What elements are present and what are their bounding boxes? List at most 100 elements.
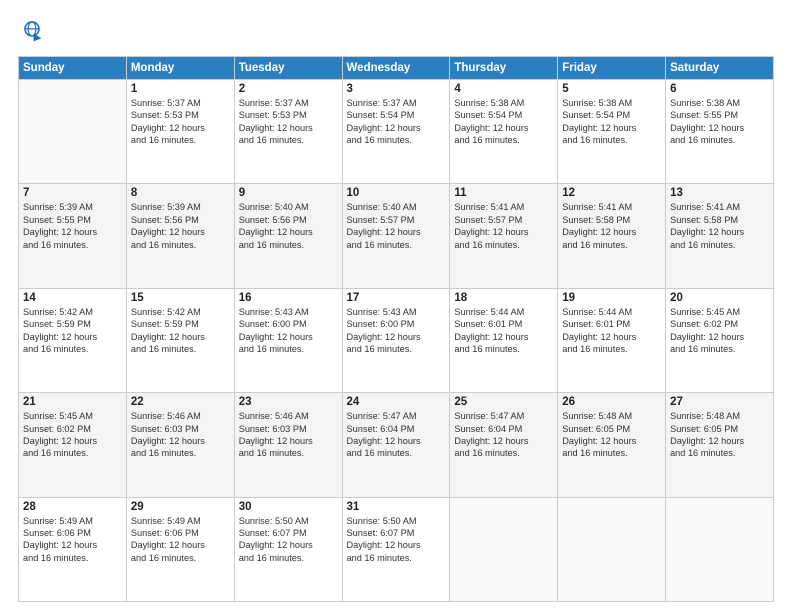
calendar-header-tuesday: Tuesday (234, 57, 342, 80)
page: SundayMondayTuesdayWednesdayThursdayFrid… (0, 0, 792, 612)
calendar-day-cell: 20Sunrise: 5:45 AM Sunset: 6:02 PM Dayli… (666, 288, 774, 392)
calendar-day-cell: 23 Sunrise: 5:46 AM Sunset: 6:03 PM Dayli… (234, 393, 342, 497)
day-number: 28 (23, 501, 122, 513)
calendar-day-cell (558, 497, 666, 601)
day-number: 18 (454, 292, 553, 304)
calendar-header-friday: Friday (558, 57, 666, 80)
calendar-day-cell: 10 Sunrise: 5:40 AM Sunset: 5:57 PM Dayli… (342, 184, 450, 288)
calendar-day-cell: 30 Sunrise: 5:50 AM Sunset: 6:07 PM Dayli… (234, 497, 342, 601)
calendar-day-cell: 25Sunrise: 5:47 AM Sunset: 6:04 PM Dayli… (450, 393, 558, 497)
day-number: 31 (347, 501, 446, 513)
calendar-day-cell: 6 Sunrise: 5:38 AM Sunset: 5:55 PM Daylig… (666, 80, 774, 184)
day-number: 21 (23, 396, 122, 408)
header (18, 18, 774, 46)
day-number: 27 (670, 396, 769, 408)
calendar-week-row: 21 Sunrise: 5:45 AM Sunset: 6:02 PM Dayli… (19, 393, 774, 497)
day-number: 9 (239, 187, 338, 199)
day-info: Sunrise: 5:42 AM Sunset: 5:59 PM Dayligh… (23, 306, 122, 356)
calendar-day-cell (666, 497, 774, 601)
day-info: Sunrise: 5:50 AM Sunset: 6:07 PM Dayligh… (239, 515, 338, 565)
calendar-header-sunday: Sunday (19, 57, 127, 80)
calendar-day-cell: 13 Sunrise: 5:41 AM Sunset: 5:58 PM Dayli… (666, 184, 774, 288)
calendar-day-cell: 2Sunrise: 5:37 AM Sunset: 5:53 PM Daylig… (234, 80, 342, 184)
day-number: 12 (562, 187, 661, 199)
day-info: Sunrise: 5:37 AM Sunset: 5:53 PM Dayligh… (131, 97, 230, 147)
calendar-day-cell: 28 Sunrise: 5:49 AM Sunset: 6:06 PM Dayli… (19, 497, 127, 601)
calendar-day-cell: 17 Sunrise: 5:43 AM Sunset: 6:00 PM Dayli… (342, 288, 450, 392)
day-number: 17 (347, 292, 446, 304)
calendar-header-row: SundayMondayTuesdayWednesdayThursdayFrid… (19, 57, 774, 80)
day-number: 19 (562, 292, 661, 304)
day-number: 4 (454, 83, 553, 95)
calendar-day-cell (450, 497, 558, 601)
day-number: 14 (23, 292, 122, 304)
day-info: Sunrise: 5:37 AM Sunset: 5:54 PM Dayligh… (347, 97, 446, 147)
day-info: Sunrise: 5:38 AM Sunset: 5:54 PM Dayligh… (454, 97, 553, 147)
day-number: 29 (131, 501, 230, 513)
day-number: 11 (454, 187, 553, 199)
calendar-table: SundayMondayTuesdayWednesdayThursdayFrid… (18, 56, 774, 602)
day-number: 7 (23, 187, 122, 199)
calendar-day-cell: 22Sunrise: 5:46 AM Sunset: 6:03 PM Dayli… (126, 393, 234, 497)
day-number: 16 (239, 292, 338, 304)
day-info: Sunrise: 5:47 AM Sunset: 6:04 PM Dayligh… (347, 410, 446, 460)
day-info: Sunrise: 5:49 AM Sunset: 6:06 PM Dayligh… (131, 515, 230, 565)
day-number: 23 (239, 396, 338, 408)
day-number: 13 (670, 187, 769, 199)
calendar-day-cell: 24 Sunrise: 5:47 AM Sunset: 6:04 PM Dayli… (342, 393, 450, 497)
calendar-day-cell: 1 Sunrise: 5:37 AM Sunset: 5:53 PM Daylig… (126, 80, 234, 184)
day-info: Sunrise: 5:41 AM Sunset: 5:58 PM Dayligh… (670, 201, 769, 251)
day-number: 8 (131, 187, 230, 199)
logo-icon (18, 18, 46, 46)
day-number: 30 (239, 501, 338, 513)
day-number: 1 (131, 83, 230, 95)
day-info: Sunrise: 5:50 AM Sunset: 6:07 PM Dayligh… (347, 515, 446, 565)
calendar-day-cell: 31 Sunrise: 5:50 AM Sunset: 6:07 PM Dayli… (342, 497, 450, 601)
day-info: Sunrise: 5:39 AM Sunset: 5:55 PM Dayligh… (23, 201, 122, 251)
day-info: Sunrise: 5:37 AM Sunset: 5:53 PM Dayligh… (239, 97, 338, 147)
day-number: 6 (670, 83, 769, 95)
day-info: Sunrise: 5:48 AM Sunset: 6:05 PM Dayligh… (562, 410, 661, 460)
day-number: 26 (562, 396, 661, 408)
day-number: 15 (131, 292, 230, 304)
day-info: Sunrise: 5:38 AM Sunset: 5:55 PM Dayligh… (670, 97, 769, 147)
day-number: 20 (670, 292, 769, 304)
calendar-week-row: 1 Sunrise: 5:37 AM Sunset: 5:53 PM Daylig… (19, 80, 774, 184)
day-info: Sunrise: 5:46 AM Sunset: 6:03 PM Dayligh… (239, 410, 338, 460)
day-info: Sunrise: 5:41 AM Sunset: 5:58 PM Dayligh… (562, 201, 661, 251)
calendar-day-cell (19, 80, 127, 184)
day-info: Sunrise: 5:40 AM Sunset: 5:57 PM Dayligh… (347, 201, 446, 251)
day-info: Sunrise: 5:44 AM Sunset: 6:01 PM Dayligh… (454, 306, 553, 356)
day-info: Sunrise: 5:44 AM Sunset: 6:01 PM Dayligh… (562, 306, 661, 356)
calendar-day-cell: 18 Sunrise: 5:44 AM Sunset: 6:01 PM Dayli… (450, 288, 558, 392)
day-info: Sunrise: 5:39 AM Sunset: 5:56 PM Dayligh… (131, 201, 230, 251)
day-info: Sunrise: 5:45 AM Sunset: 6:02 PM Dayligh… (23, 410, 122, 460)
day-number: 24 (347, 396, 446, 408)
day-number: 3 (347, 83, 446, 95)
calendar-day-cell: 3 Sunrise: 5:37 AM Sunset: 5:54 PM Daylig… (342, 80, 450, 184)
calendar-day-cell: 9Sunrise: 5:40 AM Sunset: 5:56 PM Daylig… (234, 184, 342, 288)
day-info: Sunrise: 5:42 AM Sunset: 5:59 PM Dayligh… (131, 306, 230, 356)
calendar-day-cell: 5 Sunrise: 5:38 AM Sunset: 5:54 PM Daylig… (558, 80, 666, 184)
day-number: 5 (562, 83, 661, 95)
calendar-week-row: 28 Sunrise: 5:49 AM Sunset: 6:06 PM Dayli… (19, 497, 774, 601)
calendar-day-cell: 26 Sunrise: 5:48 AM Sunset: 6:05 PM Dayli… (558, 393, 666, 497)
calendar-day-cell: 4 Sunrise: 5:38 AM Sunset: 5:54 PM Daylig… (450, 80, 558, 184)
day-info: Sunrise: 5:43 AM Sunset: 6:00 PM Dayligh… (347, 306, 446, 356)
calendar-day-cell: 29 Sunrise: 5:49 AM Sunset: 6:06 PM Dayli… (126, 497, 234, 601)
calendar-day-cell: 8 Sunrise: 5:39 AM Sunset: 5:56 PM Daylig… (126, 184, 234, 288)
calendar-day-cell: 11 Sunrise: 5:41 AM Sunset: 5:57 PM Dayli… (450, 184, 558, 288)
day-info: Sunrise: 5:49 AM Sunset: 6:06 PM Dayligh… (23, 515, 122, 565)
day-number: 10 (347, 187, 446, 199)
calendar-day-cell: 14 Sunrise: 5:42 AM Sunset: 5:59 PM Dayli… (19, 288, 127, 392)
calendar-header-wednesday: Wednesday (342, 57, 450, 80)
calendar-header-saturday: Saturday (666, 57, 774, 80)
day-info: Sunrise: 5:43 AM Sunset: 6:00 PM Dayligh… (239, 306, 338, 356)
day-info: Sunrise: 5:47 AM Sunset: 6:04 PM Dayligh… (454, 410, 553, 460)
calendar-day-cell: 12 Sunrise: 5:41 AM Sunset: 5:58 PM Dayli… (558, 184, 666, 288)
day-info: Sunrise: 5:41 AM Sunset: 5:57 PM Dayligh… (454, 201, 553, 251)
day-number: 22 (131, 396, 230, 408)
logo (18, 18, 50, 46)
day-info: Sunrise: 5:38 AM Sunset: 5:54 PM Dayligh… (562, 97, 661, 147)
calendar-day-cell: 19 Sunrise: 5:44 AM Sunset: 6:01 PM Dayli… (558, 288, 666, 392)
